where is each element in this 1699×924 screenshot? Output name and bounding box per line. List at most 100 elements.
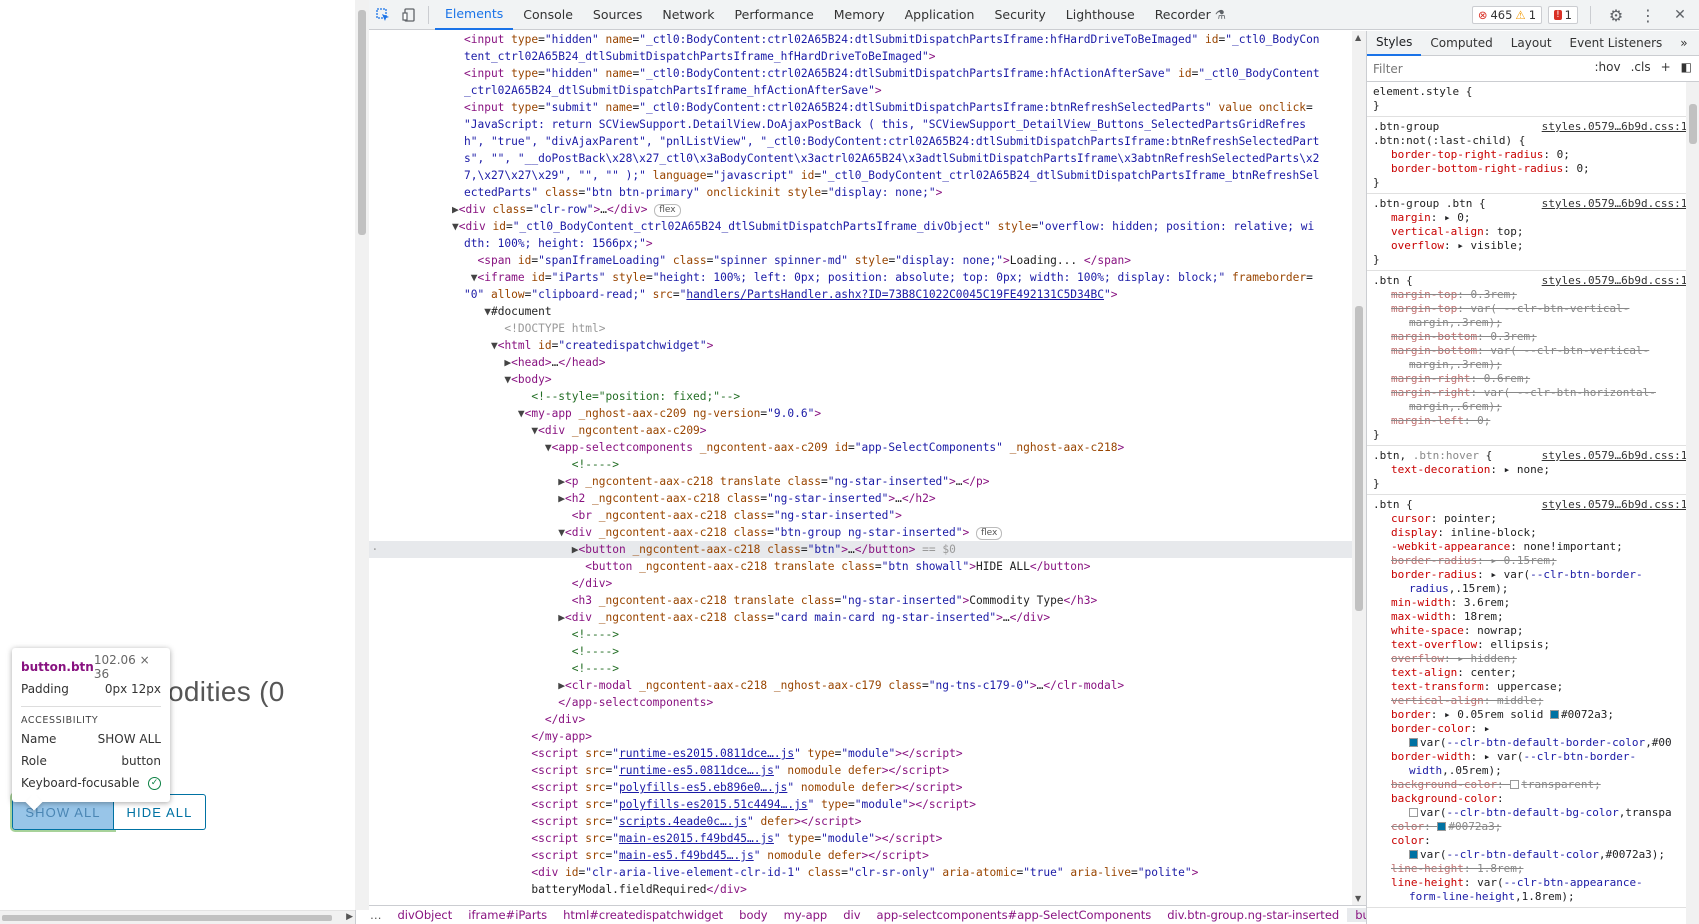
- page-horizontal-scrollbar[interactable]: ▶: [0, 910, 355, 924]
- dom-node[interactable]: <!--style="position: fixed;"-->: [356, 388, 1352, 405]
- dom-node[interactable]: ▼<html id="createdispatchwidget">: [356, 337, 1352, 354]
- dom-node[interactable]: ▼<my-app _nghost-aax-c209 ng-version="9.…: [356, 405, 1352, 422]
- breadcrumb-item[interactable]: …: [362, 908, 390, 922]
- dom-node[interactable]: <script src="runtime-es2015.0811dce….js"…: [356, 745, 1352, 762]
- dom-node[interactable]: <!---->: [356, 660, 1352, 677]
- more-options-icon[interactable]: ⋮: [1635, 2, 1661, 28]
- dom-scroll-thumb[interactable]: [1355, 306, 1363, 611]
- dom-node[interactable]: </div>: [356, 575, 1352, 592]
- dom-node[interactable]: <script src="main-es2015.f49bd45….js" ty…: [356, 830, 1352, 847]
- dom-node[interactable]: ▼<div _ngcontent-aax-c218 class="btn-gro…: [356, 524, 1352, 541]
- dom-node[interactable]: h", "true", "divAjaxParent", "pnlListVie…: [356, 133, 1352, 150]
- dom-node[interactable]: _ctrl02A65B24_dtlSubmitDispatchPartsIfra…: [356, 82, 1352, 99]
- dom-node[interactable]: ▶<head>…</head>: [356, 354, 1352, 371]
- tab-lighthouse[interactable]: Lighthouse: [1056, 0, 1145, 30]
- left-scroll-thumb[interactable]: [358, 10, 366, 235]
- dom-node[interactable]: "JavaScript: return SCViewSupport.Detail…: [356, 116, 1352, 133]
- dom-node[interactable]: tent_ctrl02A65B24_dtlSubmitDispatchParts…: [356, 48, 1352, 65]
- dom-node[interactable]: ▼<iframe id="iParts" style="height: 100%…: [356, 269, 1352, 286]
- dom-node[interactable]: <script src="scripts.4eade0c….js" defer>…: [356, 813, 1352, 830]
- breadcrumb-item[interactable]: iframe#iParts: [460, 908, 555, 922]
- dom-node[interactable]: <script src="polyfills-es5.eb896e0….js" …: [356, 779, 1352, 796]
- scroll-up-arrow-icon[interactable]: ▲: [1355, 33, 1361, 42]
- tab-computed[interactable]: Computed: [1421, 31, 1501, 56]
- dom-node[interactable]: <!---->: [356, 643, 1352, 660]
- dom-node[interactable]: <script src="polyfills-es2015.51c4494….j…: [356, 796, 1352, 813]
- tab-event-listeners[interactable]: Event Listeners: [1561, 31, 1672, 56]
- dom-node[interactable]: <script src="runtime-es5.0811dce….js" no…: [356, 762, 1352, 779]
- tab-console[interactable]: Console: [513, 0, 583, 30]
- tab-performance[interactable]: Performance: [725, 0, 824, 30]
- dom-node[interactable]: ectedParts" class="btn btn-primary" oncl…: [356, 184, 1352, 201]
- dom-node[interactable]: </app-selectcomponents>: [356, 694, 1352, 711]
- dom-node[interactable]: ▼<div id="_ctl0_BodyContent_ctrl02A65B24…: [356, 218, 1352, 235]
- tab-styles[interactable]: Styles: [1367, 31, 1422, 56]
- style-rule[interactable]: .btn { styles.0579…6b9d.css:10 margin-to…: [1367, 271, 1699, 446]
- dom-node-selected[interactable]: ··· ▶<button _ngcontent-aax-c218 class="…: [356, 541, 1352, 558]
- dom-node[interactable]: <button _ngcontent-aax-c218 translate cl…: [356, 558, 1352, 575]
- dom-node[interactable]: <h3 _ngcontent-aax-c218 translate class=…: [356, 592, 1352, 609]
- tab-application[interactable]: Application: [895, 0, 985, 30]
- device-toolbar-icon[interactable]: [396, 2, 422, 28]
- hov-toggle[interactable]: :hov: [1595, 60, 1621, 74]
- style-rule[interactable]: .btn-group .btn:not(:last-child) { style…: [1367, 117, 1699, 194]
- dom-node[interactable]: ▶<div class="clr-row">…</div> flex: [356, 201, 1352, 218]
- dom-node[interactable]: <!---->: [356, 456, 1352, 473]
- tab-memory[interactable]: Memory: [824, 0, 895, 30]
- gear-icon[interactable]: ⚙: [1603, 2, 1629, 28]
- breadcrumb-item[interactable]: app-selectcomponents#app-SelectComponent…: [869, 908, 1160, 922]
- devtools-left-scrollbar[interactable]: [355, 0, 369, 910]
- scroll-right-arrow-icon[interactable]: ▶: [346, 912, 353, 922]
- dom-node[interactable]: <br _ngcontent-aax-c218 class="ng-star-i…: [356, 507, 1352, 524]
- dom-node[interactable]: s", "", "__doPostBack\x28\x27_ctl0\x3aBo…: [356, 150, 1352, 167]
- dom-node[interactable]: ▶<div _ngcontent-aax-c218 class="card ma…: [356, 609, 1352, 626]
- breadcrumb-item[interactable]: my-app: [776, 908, 836, 922]
- tab-security[interactable]: Security: [984, 0, 1055, 30]
- dom-node[interactable]: 7,\x27\x27\x29", "", "" );" language="ja…: [356, 167, 1352, 184]
- style-rule[interactable]: .btn { styles.0579…6b9d.css:10 cursor: p…: [1367, 495, 1699, 908]
- styles-scroll-thumb[interactable]: [1689, 104, 1697, 144]
- dom-node[interactable]: <span id="spanIframeLoading" class="spin…: [356, 252, 1352, 269]
- dom-node[interactable]: ▶<p _ngcontent-aax-c218 translate class=…: [356, 473, 1352, 490]
- rule-source-link[interactable]: styles.0579…6b9d.css:10: [1542, 498, 1694, 512]
- console-counts-badge[interactable]: ⊗ 465 ⚠ 1: [1471, 6, 1543, 24]
- rule-source-link[interactable]: styles.0579…6b9d.css:10: [1542, 197, 1694, 211]
- style-rule[interactable]: .btn, .btn:hover { styles.0579…6b9d.css:…: [1367, 446, 1699, 495]
- dom-node[interactable]: ▶<h2 _ngcontent-aax-c218 class="ng-star-…: [356, 490, 1352, 507]
- styles-filter-input[interactable]: Filter: [1373, 62, 1403, 76]
- dom-node[interactable]: ▼#document: [356, 303, 1352, 320]
- dom-node[interactable]: ▼<div _ngcontent-aax-c209>: [356, 422, 1352, 439]
- styles-vertical-scrollbar[interactable]: [1686, 82, 1699, 924]
- scroll-down-arrow-icon[interactable]: ▼: [1355, 894, 1361, 903]
- breadcrumb-item[interactable]: div: [835, 908, 868, 922]
- rule-source-link[interactable]: styles.0579…6b9d.css:10: [1542, 120, 1694, 134]
- tab-elements[interactable]: Elements: [435, 0, 514, 30]
- more-tabs-icon[interactable]: »: [1671, 31, 1696, 56]
- rule-element-style[interactable]: element.style { }: [1367, 82, 1699, 117]
- dom-node[interactable]: </div>: [356, 711, 1352, 728]
- dom-node[interactable]: dth: 100%; height: 1566px;">: [356, 235, 1352, 252]
- issues-badge[interactable]: ! 1: [1548, 6, 1578, 24]
- breadcrumb-item[interactable]: divObject: [390, 908, 461, 922]
- add-rule-icon[interactable]: +: [1661, 60, 1671, 74]
- tab-layout[interactable]: Layout: [1502, 31, 1561, 56]
- dom-node[interactable]: ▶<clr-modal _ngcontent-aax-c218 _nghost-…: [356, 677, 1352, 694]
- dom-node[interactable]: <input type="hidden" name="_ctl0:BodyCon…: [356, 65, 1352, 82]
- rule-source-link[interactable]: styles.0579…6b9d.css:10: [1542, 449, 1694, 463]
- dom-vertical-scrollbar[interactable]: ▲ ▼: [1352, 31, 1366, 905]
- rule-source-link[interactable]: styles.0579…6b9d.css:10: [1542, 274, 1694, 288]
- tab-sources[interactable]: Sources: [583, 0, 652, 30]
- inspect-element-icon[interactable]: [370, 2, 396, 28]
- dom-node[interactable]: batteryModal.fieldRequired</div>: [356, 881, 1352, 898]
- breadcrumb-item-selected[interactable]: button.btn: [1347, 908, 1366, 922]
- dom-node[interactable]: <script src="main-es5.f49bd45….js" nomod…: [356, 847, 1352, 864]
- toggle-sidebar-icon[interactable]: ◧: [1681, 60, 1692, 74]
- dom-node[interactable]: ▼<body>: [356, 371, 1352, 388]
- dom-node[interactable]: ▼<app-selectcomponents _ngcontent-aax-c2…: [356, 439, 1352, 456]
- breadcrumb-item[interactable]: body: [731, 908, 775, 922]
- dom-node[interactable]: </my-app>: [356, 728, 1352, 745]
- breadcrumb-item[interactable]: html#createdispatchwidget: [555, 908, 731, 922]
- dom-node[interactable]: <input type="hidden" name="_ctl0:BodyCon…: [356, 31, 1352, 48]
- tab-network[interactable]: Network: [652, 0, 724, 30]
- breadcrumb-item[interactable]: div.btn-group.ng-star-inserted: [1159, 908, 1347, 922]
